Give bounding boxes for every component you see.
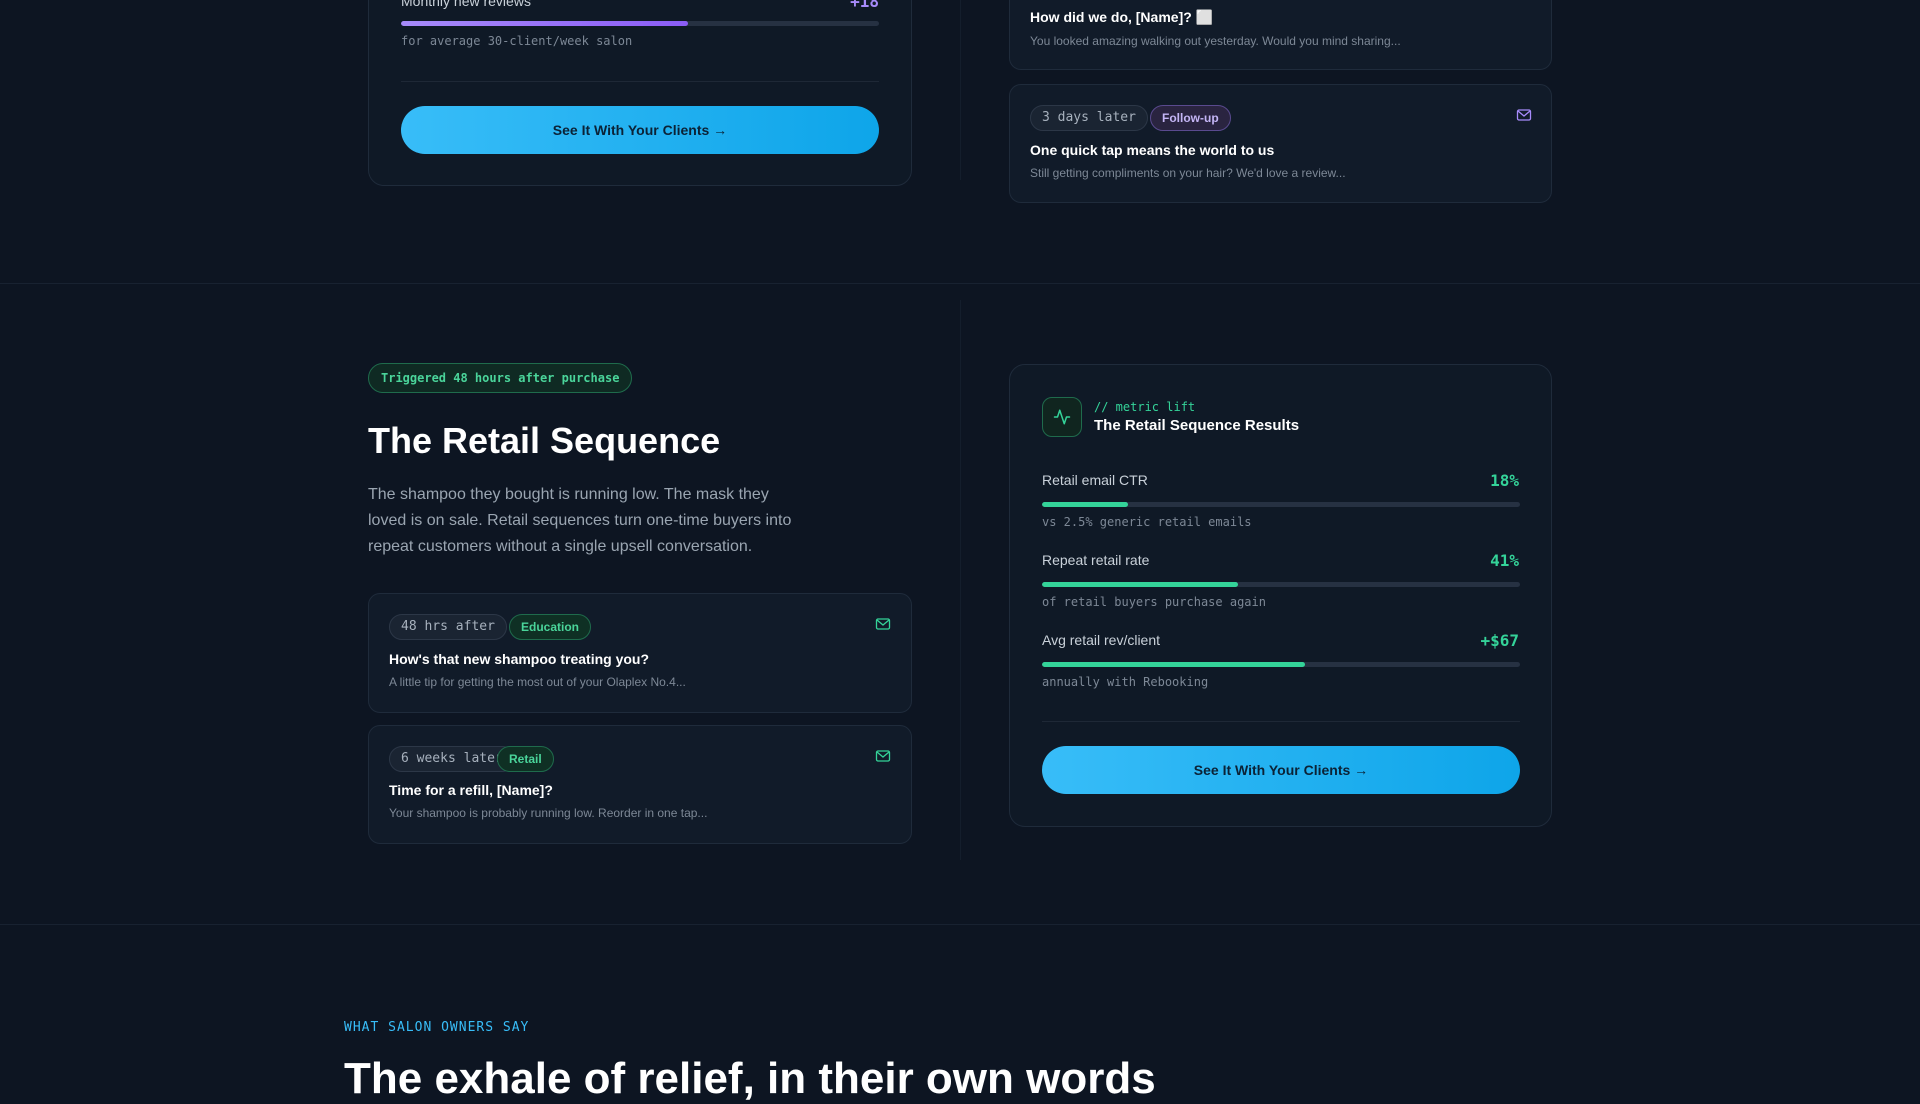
metric-sub: annually with Rebooking <box>1042 675 1209 689</box>
email-preview: A little tip for getting the most out of… <box>389 675 686 689</box>
results-comment: // metric lift <box>1094 400 1196 414</box>
metric-bar <box>1042 502 1520 507</box>
metric-sub: vs 2.5% generic retail emails <box>1042 515 1252 529</box>
time-pill: 6 weeks later <box>389 746 515 772</box>
metric-bar <box>1042 662 1520 667</box>
tag-pill: Follow-up <box>1150 105 1231 131</box>
see-it-button[interactable]: See It With Your Clients → <box>401 106 879 154</box>
activity-icon-box <box>1042 397 1082 437</box>
metric-sub: for average 30-client/week salon <box>401 34 633 48</box>
metric-bar-fill <box>1042 582 1238 587</box>
metric-bar-fill <box>1042 502 1129 507</box>
metric-value: 18% <box>1490 471 1519 490</box>
metric-bar <box>401 21 879 26</box>
email-title: How did we do, [Name]? ⬜ <box>1030 9 1214 25</box>
email-title: One quick tap means the world to us <box>1030 142 1275 158</box>
see-it-button[interactable]: See It With Your Clients → <box>1042 746 1520 794</box>
trigger-badge: Triggered 48 hours after purchase <box>368 363 633 393</box>
divider <box>1042 721 1520 722</box>
testimonials-heading: The exhale of relief, in their own words <box>344 1054 1156 1103</box>
email-preview: You looked amazing walking out yesterday… <box>1030 34 1401 48</box>
section-divider-vertical <box>960 300 961 860</box>
tag-pill: Retail <box>497 746 554 772</box>
section-description: The shampoo they bought is running low. … <box>368 486 792 555</box>
mail-icon <box>875 750 891 762</box>
metric-value: +18 <box>850 0 879 11</box>
metric-label: Monthly new reviews <box>401 0 531 9</box>
email-card[interactable]: 48 hrs after Education How's that new sh… <box>368 593 912 713</box>
results-card: // metric lift The Retail Sequence Resul… <box>1009 364 1552 827</box>
metric-bar-fill <box>401 21 688 26</box>
section-divider-vertical <box>960 0 961 180</box>
metric-bar-fill <box>1042 662 1305 667</box>
section-border <box>0 283 1920 284</box>
time-pill: 3 days later <box>1030 105 1148 131</box>
metric-value: +$67 <box>1480 631 1519 650</box>
divider <box>401 81 879 82</box>
email-preview: Still getting compliments on your hair? … <box>1030 166 1346 180</box>
metric-bar <box>1042 582 1520 587</box>
time-pill: 48 hrs after <box>389 614 507 640</box>
activity-icon <box>1053 409 1071 425</box>
section-border <box>0 924 1920 925</box>
section-heading: The Retail Sequence <box>368 420 721 461</box>
tag-pill: Education <box>509 614 592 640</box>
metric-label: Retail email CTR <box>1042 472 1148 488</box>
testimonials-eyebrow: WHAT SALON OWNERS SAY <box>344 1020 530 1035</box>
results-title: The Retail Sequence Results <box>1094 417 1300 434</box>
metric-label: Avg retail rev/client <box>1042 632 1161 648</box>
metric-sub: of retail buyers purchase again <box>1042 595 1266 609</box>
email-card[interactable]: How did we do, [Name]? ⬜ You looked amaz… <box>1009 0 1552 70</box>
email-preview: Your shampoo is probably running low. Re… <box>389 806 708 820</box>
email-card[interactable]: 3 days later Follow-up One quick tap mea… <box>1009 84 1552 203</box>
email-title: Time for a refill, [Name]? <box>389 782 553 798</box>
metric-value: 41% <box>1490 551 1519 570</box>
email-title: How's that new shampoo treating you? <box>389 651 650 667</box>
email-card[interactable]: 6 weeks later Retail Time for a refill, … <box>368 725 912 844</box>
metric-label: Repeat retail rate <box>1042 552 1150 568</box>
mail-icon <box>875 618 891 630</box>
mail-icon <box>1516 109 1532 121</box>
top-metric-card: Monthly new reviews +18 for average 30-c… <box>368 0 912 186</box>
